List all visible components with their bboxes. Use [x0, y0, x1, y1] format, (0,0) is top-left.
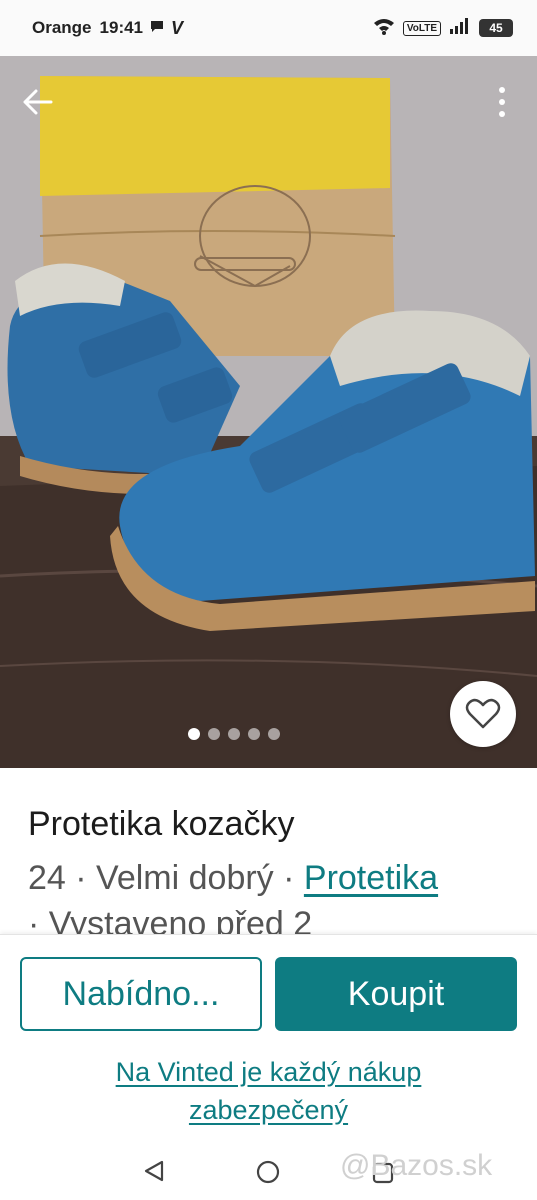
wifi-icon [373, 17, 395, 40]
photo-image [0, 56, 537, 768]
buyer-protection-line1: Na Vinted je každý nákup [115, 1057, 422, 1087]
listing-size-condition: 24 · Velmi dobrý · [28, 859, 304, 897]
pager-dot[interactable] [187, 728, 200, 740]
listing-details: Protetika kozačky 24 · Velmi dobrý · Pro… [0, 768, 537, 934]
action-bar: Nabídno... Koupit Na Vinted je každý nák… [0, 934, 537, 1200]
buyer-protection-link[interactable]: Na Vinted je každý nákup zabezpečený [0, 1053, 537, 1129]
carrier-name: Orange [32, 18, 92, 37]
status-bar: Orange 19:41 V VoLTE 45 [0, 0, 537, 56]
more-options-icon[interactable] [487, 80, 517, 124]
listing-posted: · Vystaveno před 2 [28, 905, 313, 934]
brand-link[interactable]: Protetika [304, 859, 438, 897]
pager-dot[interactable] [227, 728, 240, 740]
listing-title: Protetika kozačky [28, 805, 295, 843]
v-logo-icon: V [171, 17, 184, 38]
back-arrow-icon[interactable] [18, 82, 58, 122]
pager-dot[interactable] [267, 728, 280, 740]
pager-dot[interactable] [247, 728, 260, 740]
nav-back-icon[interactable] [142, 1159, 166, 1188]
heart-icon [465, 698, 501, 729]
watermark: @Bazos.sk [340, 1149, 493, 1182]
system-nav-bar: @Bazos.sk [0, 1141, 537, 1200]
clock: 19:41 [99, 18, 144, 37]
pager-dot[interactable] [207, 728, 220, 740]
favorite-button[interactable] [450, 681, 516, 747]
chat-bubble-icon [149, 18, 165, 39]
nav-home-icon[interactable] [256, 1160, 280, 1189]
listing-meta: 24 · Velmi dobrý · Protetika [28, 856, 509, 900]
make-offer-button[interactable]: Nabídno... [20, 957, 262, 1031]
product-photo[interactable] [0, 56, 537, 768]
buy-button[interactable]: Koupit [275, 957, 517, 1031]
battery-icon: 45 [479, 19, 513, 37]
signal-icon [449, 17, 471, 39]
volte-badge: VoLTE [402, 20, 441, 36]
buyer-protection-line2: zabezpečený [188, 1095, 349, 1125]
